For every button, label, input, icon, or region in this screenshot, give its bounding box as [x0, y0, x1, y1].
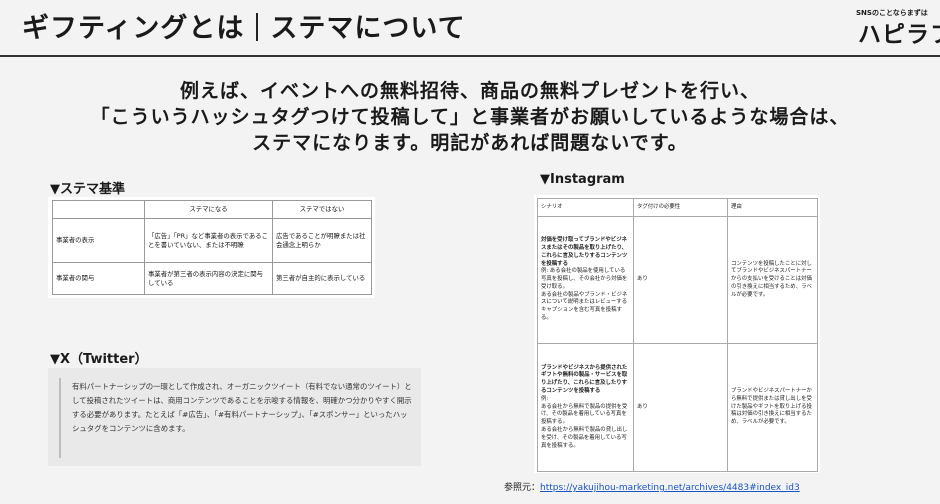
table-cell: あり [633, 343, 728, 472]
title-left: ギフティングとは [22, 13, 245, 44]
twitter-heading: ▼X（Twitter） [50, 352, 148, 367]
reference-link[interactable]: https://yakujihou-marketing.net/archives… [540, 483, 800, 493]
scenario-example: 例: ある会社の製品を使用している写真を投稿し、その会社から対価を受け取る。 あ… [541, 268, 628, 322]
reference-line: 参照元：https://yakujihou-marketing.net/arch… [504, 480, 800, 493]
twitter-quote-text: 有料パートナーシップの一環として作成され、オーガニックツイート（有料でない通常の… [72, 382, 412, 433]
instagram-heading: ▼Instagram [540, 172, 625, 187]
table-cell: 「広告」「PR」など事業者の表示であることを書いていない、または不明瞭 [144, 218, 273, 263]
page-title: ギフティングとは ステマについて [22, 6, 466, 45]
table-cell: 対価を受け取ってブランドやビジネスまたはその製品を取り上げたり、これらに言及した… [537, 216, 634, 344]
table-cell: ブランドやビジネスパートナーから無料で提供または貸し出しを受けた製品やギフトを取… [727, 343, 818, 472]
table-header-cell: シナリオ [537, 198, 634, 217]
lead-text: 例えば、イベントへの無料招待、商品の無料プレゼントを行い、 「こういうハッシュタ… [40, 78, 900, 156]
table-header-cell [52, 200, 145, 219]
stema-table-panel: ステマになる ステマではない 事業者の表示 「広告」「PR」など事業者の表示であ… [48, 197, 375, 298]
table-cell: 事業者が第三者の表示内容の決定に関与している [144, 262, 273, 295]
table-row: 対価を受け取ってブランドやビジネスまたはその製品を取り上げたり、これらに言及した… [537, 216, 818, 344]
table-cell: 広告であることが明瞭または社会通念上明らか [272, 218, 372, 263]
table-row: 事業者の関与 事業者が第三者の表示内容の決定に関与している 第三者が自主的に表示… [52, 262, 372, 295]
lead-line-2: 「こういうハッシュタグつけて投稿して」と事業者がお願いしているような場合は、 [90, 106, 850, 128]
scenario-example: 例: ある会社から無料で製品の提供を受け、その製品を着用している写真を投稿する。… [541, 395, 628, 449]
instagram-table: シナリオ タグ付けの必要性 理由 対価を受け取ってブランドやビジネスまたはその製… [537, 198, 818, 472]
table-header-cell: タグ付けの必要性 [633, 198, 728, 217]
table-cell: 第三者が自主的に表示している [272, 262, 372, 295]
scenario-title: ブランドやビジネスから提供されたギフトや無料の製品・サービスを取り上げたり、これ… [541, 364, 628, 394]
lead-line-3: ステマになります。明記があれば問題ないです。 [252, 132, 688, 154]
instagram-table-panel: シナリオ タグ付けの必要性 理由 対価を受け取ってブランドやビジネスまたはその製… [534, 195, 820, 473]
table-cell: 事業者の表示 [52, 218, 145, 263]
table-cell: コンテンツを投稿したことに対してブランドやビジネスパートナーからの支払いを受ける… [727, 216, 818, 344]
quote-bar [59, 378, 61, 458]
table-cell: あり [633, 216, 728, 344]
table-row: ブランドやビジネスから提供されたギフトや無料の製品・サービスを取り上げたり、これ… [537, 343, 818, 472]
table-header-cell: 理由 [727, 198, 818, 217]
table-header-row: ステマになる ステマではない [52, 200, 372, 219]
reference-label: 参照元： [504, 483, 541, 493]
table-cell: 事業者の関与 [52, 262, 145, 295]
table-header-cell: ステマになる [144, 200, 273, 219]
table-cell: ブランドやビジネスから提供されたギフトや無料の製品・サービスを取り上げたり、これ… [537, 343, 634, 472]
scenario-title: 対価を受け取ってブランドやビジネスまたはその製品を取り上げたり、これらに言及した… [541, 237, 628, 267]
title-right: ステマについて [270, 13, 466, 44]
title-separator [256, 13, 259, 41]
stema-heading: ▼ステマ基準 [50, 182, 125, 197]
logo: ハピラフ [858, 22, 940, 48]
header-divider [0, 55, 940, 57]
table-header-row: シナリオ タグ付けの必要性 理由 [537, 198, 818, 217]
table-row: 事業者の表示 「広告」「PR」など事業者の表示であることを書いていない、または不… [52, 218, 372, 263]
lead-line-1: 例えば、イベントへの無料招待、商品の無料プレゼントを行い、 [179, 80, 760, 102]
table-header-cell: ステマではない [272, 200, 372, 219]
stema-table: ステマになる ステマではない 事業者の表示 「広告」「PR」など事業者の表示であ… [52, 200, 372, 295]
